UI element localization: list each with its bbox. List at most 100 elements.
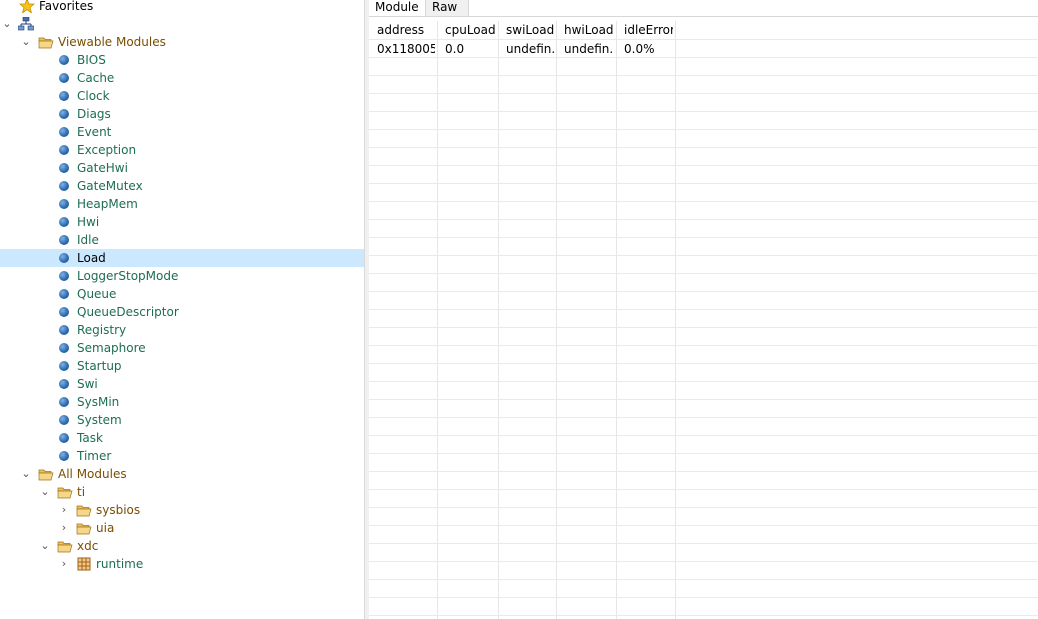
table-cell[interactable]: 0x11800500: [369, 40, 435, 58]
row-divider: [369, 183, 1038, 184]
tree-label-module: GateHwi: [77, 161, 128, 175]
module-ball-icon: [59, 397, 69, 407]
tree-row-module[interactable]: Exception: [0, 141, 364, 159]
chevron-right-icon[interactable]: ›: [57, 555, 71, 573]
tab-raw[interactable]: Raw: [426, 0, 469, 16]
tree-row-module[interactable]: Event: [0, 123, 364, 141]
tree-row-module[interactable]: Startup: [0, 357, 364, 375]
tree-label-module: SysMin: [77, 395, 120, 409]
tree-row-module[interactable]: HeapMem: [0, 195, 364, 213]
tree-label-module: BIOS: [77, 53, 106, 67]
tree-row-module[interactable]: GateHwi: [0, 159, 364, 177]
row-divider: [369, 219, 1038, 220]
tree-row-module[interactable]: GateMutex: [0, 177, 364, 195]
module-ball-icon: [59, 325, 69, 335]
row-divider: [369, 579, 1038, 580]
module-ball-icon: [59, 253, 69, 263]
column-header[interactable]: cpuLoad: [437, 21, 496, 39]
tree-label-sysbios: sysbios: [96, 503, 141, 517]
tree-label-ti: ti: [77, 485, 86, 499]
row-divider: [369, 507, 1038, 508]
tree-row-module[interactable]: Queue: [0, 285, 364, 303]
row-divider: [369, 93, 1038, 94]
module-ball-icon: [59, 433, 69, 443]
tree-label-all-modules: All Modules: [58, 467, 127, 481]
tree-row-module[interactable]: Diags: [0, 105, 364, 123]
tree-row-root[interactable]: ⌄: [0, 15, 364, 33]
tree-label-module: Idle: [77, 233, 99, 247]
folder-open-icon: [57, 539, 73, 553]
tree-label-module: LoggerStopMode: [77, 269, 179, 283]
column-header[interactable]: address: [369, 21, 435, 39]
chevron-down-icon[interactable]: ⌄: [19, 33, 33, 51]
row-divider: [369, 201, 1038, 202]
module-ball-icon: [59, 127, 69, 137]
tree-row-module[interactable]: Timer: [0, 447, 364, 465]
module-ball-icon: [59, 235, 69, 245]
tree-row-module[interactable]: Semaphore: [0, 339, 364, 357]
table-cell[interactable]: undefin...: [498, 40, 554, 58]
module-table: address cpuLoad swiLoad hwiLoad idleError 0x1…: [369, 21, 1038, 619]
table-cell[interactable]: 0.0%: [616, 40, 673, 58]
row-divider: [369, 327, 1038, 328]
tree-row-all-modules[interactable]: ⌄ All Modules: [0, 465, 364, 483]
column-header[interactable]: hwiLoad: [556, 21, 614, 39]
module-ball-icon: [59, 271, 69, 281]
tree-label-module: Registry: [77, 323, 127, 337]
row-divider: [369, 489, 1038, 490]
tree-row-module[interactable]: Clock: [0, 87, 364, 105]
tree-row-uia[interactable]: › uia: [0, 519, 364, 537]
tree-label-module: QueueDescriptor: [77, 305, 179, 319]
tree-row-sysbios[interactable]: › sysbios: [0, 501, 364, 519]
tree-label-module: Swi: [77, 377, 98, 391]
tree-row-module[interactable]: QueueDescriptor: [0, 303, 364, 321]
tab-module[interactable]: Module: [369, 0, 426, 16]
tree-label-module: HeapMem: [77, 197, 138, 211]
column-header[interactable]: swiLoad: [498, 21, 554, 39]
tree-row-module[interactable]: Load: [0, 249, 364, 267]
chevron-down-icon[interactable]: ⌄: [38, 483, 52, 501]
row-divider: [369, 237, 1038, 238]
tree-row-module[interactable]: Registry: [0, 321, 364, 339]
tree-row-xdc[interactable]: ⌄ xdc: [0, 537, 364, 555]
chevron-right-icon[interactable]: ›: [57, 519, 71, 537]
tree-label-module: System: [77, 413, 122, 427]
tree-row-module[interactable]: Cache: [0, 69, 364, 87]
column-header[interactable]: idleError: [616, 21, 673, 39]
tree-label-viewable-modules: Viewable Modules: [58, 35, 166, 49]
module-ball-icon: [59, 181, 69, 191]
row-divider: [369, 111, 1038, 112]
module-ball-icon: [59, 217, 69, 227]
tree-row-module[interactable]: System: [0, 411, 364, 429]
tree-row-runtime[interactable]: › runtime: [0, 555, 364, 573]
tree-row-module[interactable]: Task: [0, 429, 364, 447]
tree-row-module[interactable]: Swi: [0, 375, 364, 393]
tree-label-module: Queue: [77, 287, 117, 301]
view-tabs: Module Raw: [369, 0, 1038, 17]
tree-row-ti[interactable]: ⌄ ti: [0, 483, 364, 501]
chevron-down-icon[interactable]: ⌄: [19, 465, 33, 483]
tree-row-module[interactable]: SysMin: [0, 393, 364, 411]
tree-row-module[interactable]: Idle: [0, 231, 364, 249]
tree-row-module[interactable]: BIOS: [0, 51, 364, 69]
tree-row-favorites[interactable]: Favorites: [0, 0, 364, 15]
module-ball-icon: [59, 379, 69, 389]
chevron-down-icon[interactable]: ⌄: [0, 15, 14, 33]
table-cell[interactable]: 0.0: [437, 40, 496, 58]
tree-label-xdc: xdc: [77, 539, 99, 553]
row-divider: [369, 291, 1038, 292]
module-ball-icon: [59, 55, 69, 65]
star-icon: [18, 0, 36, 15]
chevron-down-icon[interactable]: ⌄: [38, 537, 52, 555]
row-divider: [369, 255, 1038, 256]
tree-label-module: Timer: [77, 449, 112, 463]
tree-row-module[interactable]: Hwi: [0, 213, 364, 231]
chevron-right-icon[interactable]: ›: [57, 501, 71, 519]
table-cell[interactable]: undefin...: [556, 40, 614, 58]
tree-label-module: Diags: [77, 107, 111, 121]
row-divider: [369, 309, 1038, 310]
tree-row-module[interactable]: LoggerStopMode: [0, 267, 364, 285]
folder-open-icon: [38, 35, 54, 49]
tree-row-viewable-modules[interactable]: ⌄ Viewable Modules: [0, 33, 364, 51]
row-divider: [369, 363, 1038, 364]
